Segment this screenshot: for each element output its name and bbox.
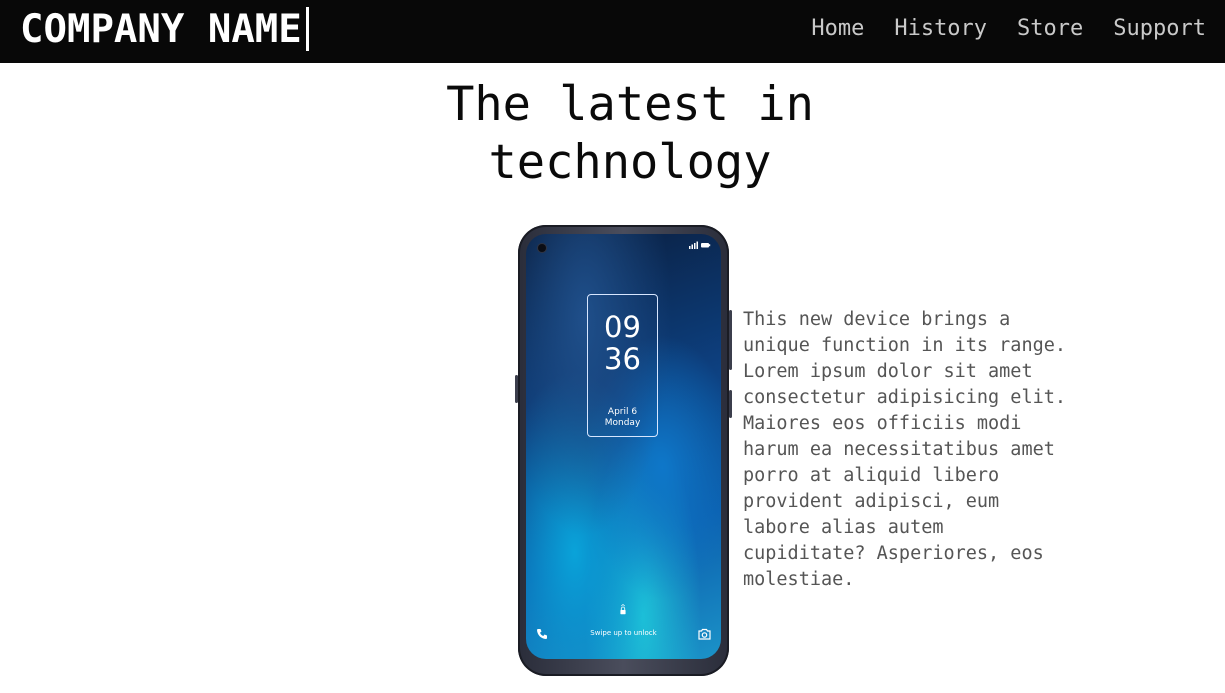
nav-link-store[interactable]: Store xyxy=(1017,16,1083,41)
navbar: COMPANY NAME Home History Store Support xyxy=(0,0,1225,63)
nav-link-history[interactable]: History xyxy=(894,16,987,41)
page-headline: The latest in technology xyxy=(380,76,880,192)
nav-link-support[interactable]: Support xyxy=(1113,16,1206,41)
clock-day: Monday xyxy=(604,418,641,428)
product-description: This new device brings a unique function… xyxy=(743,309,1067,590)
phone-product-image: 09 36 April 6 Monday Swipe up to unlock xyxy=(515,225,732,676)
clock-minutes: 36 xyxy=(604,342,641,376)
lock-icon xyxy=(620,604,626,615)
clock-date: April 6 xyxy=(607,407,638,417)
text-cursor-icon xyxy=(305,7,309,51)
signal-battery-icon xyxy=(689,241,711,249)
main-nav: Home History Store Support xyxy=(811,0,1206,56)
brand-name: COMPANY NAME xyxy=(20,6,302,52)
phone-icon xyxy=(537,629,547,639)
phone-side-button-right-2 xyxy=(729,390,732,418)
clock-hours: 09 xyxy=(604,310,641,344)
camera-icon xyxy=(698,628,711,640)
headline-line-1: The latest in xyxy=(446,77,814,132)
brand-logo[interactable]: COMPANY NAME xyxy=(20,4,309,54)
unlock-hint: Swipe up to unlock xyxy=(590,629,657,637)
status-bar-icons xyxy=(689,241,711,251)
headline-line-2: technology xyxy=(488,135,772,190)
phone-screen: 09 36 April 6 Monday Swipe up to unlock xyxy=(526,234,721,659)
front-camera-icon xyxy=(538,244,546,252)
lockscreen-clock: 09 36 April 6 Monday xyxy=(587,294,658,437)
nav-link-home[interactable]: Home xyxy=(811,16,864,41)
phone-side-button-left xyxy=(515,375,518,403)
phone-side-button-right xyxy=(729,310,732,370)
